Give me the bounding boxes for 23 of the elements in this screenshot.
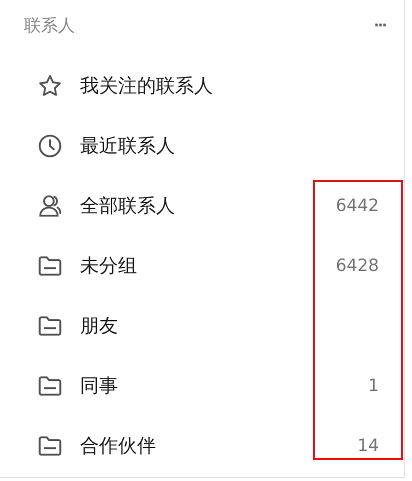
group-label: 最近联系人 xyxy=(80,134,176,159)
clock-icon xyxy=(37,133,63,159)
contact-count: 1 xyxy=(368,376,379,396)
group-label: 我关注的联系人 xyxy=(80,74,214,99)
contact-count: 6442 xyxy=(336,196,379,216)
group-label: 同事 xyxy=(80,374,119,399)
contacts-icon xyxy=(37,193,63,219)
group-label: 未分组 xyxy=(80,254,138,279)
panel-title: 联系人 xyxy=(24,14,75,36)
group-label: 全部联系人 xyxy=(80,194,176,219)
contact-count: 14 xyxy=(357,436,379,456)
more-menu-button[interactable]: ··· xyxy=(374,14,386,36)
contact-group-item[interactable]: 合作伙伴 14 xyxy=(0,416,404,476)
contact-group-item[interactable]: 同事 1 xyxy=(0,356,404,416)
contact-group-item[interactable]: 最近联系人 xyxy=(0,116,404,176)
group-label: 朋友 xyxy=(80,314,119,339)
star-icon xyxy=(37,73,63,99)
contact-group-item[interactable]: 我关注的联系人 xyxy=(0,56,404,116)
contact-count: 6428 xyxy=(336,256,379,276)
group-label: 合作伙伴 xyxy=(80,434,157,459)
contact-group-item[interactable]: 朋友 xyxy=(0,296,404,356)
contact-group-item[interactable]: 未分组 6428 xyxy=(0,236,404,296)
contact-group-item[interactable]: 全部联系人 6442 xyxy=(0,176,404,236)
